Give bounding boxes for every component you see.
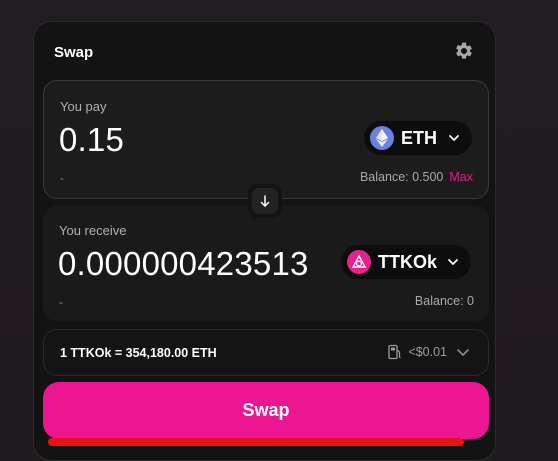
receive-token-select[interactable]: TTKOk	[341, 245, 471, 279]
flip-direction-button[interactable]	[248, 184, 282, 218]
pay-balance: Balance: 0.500 Max	[360, 170, 473, 184]
error-underline	[48, 438, 464, 446]
ethereum-icon	[370, 126, 394, 150]
receive-panel: You receive TTKOk - Balance: 0	[43, 205, 489, 321]
arrow-down-icon	[260, 195, 270, 207]
rate-details-row[interactable]: 1 TTKOk = 354,180.00 ETH <$0.01	[43, 329, 489, 376]
pay-balance-text: Balance: 0.500	[359, 170, 444, 184]
pay-label: You pay	[60, 99, 107, 114]
receive-token-symbol: TTKOk	[378, 251, 438, 272]
swap-title: Swap	[54, 44, 94, 61]
exchange-rate: 1 TTKOk = 354,180.00 ETH	[60, 346, 217, 360]
chevron-down-icon	[457, 349, 469, 356]
pay-token-select[interactable]: ETH	[364, 121, 472, 155]
pay-usd-value: -	[60, 171, 64, 185]
swap-button[interactable]: Swap	[43, 382, 489, 439]
gas-fee: <$0.01	[388, 344, 470, 360]
pay-panel: You pay ETH - Balance: 0.500 Max	[43, 80, 489, 199]
chevron-down-icon	[449, 135, 459, 141]
gas-pump-icon	[388, 344, 401, 360]
chevron-down-icon	[448, 259, 458, 265]
ttkok-token-icon	[347, 250, 371, 274]
pay-amount-input[interactable]	[59, 121, 329, 159]
pay-token-symbol: ETH	[401, 127, 437, 148]
receive-label: You receive	[59, 223, 127, 238]
receive-amount-input[interactable]	[58, 245, 328, 283]
max-button[interactable]: Max	[449, 170, 473, 184]
settings-gear-icon[interactable]	[454, 41, 474, 61]
receive-balance: Balance: 0	[414, 294, 474, 308]
receive-usd-value: -	[59, 295, 63, 309]
gas-fee-value: <$0.01	[408, 345, 447, 359]
swap-card: Swap You pay ETH - Balance: 0.500 Max	[33, 21, 496, 461]
